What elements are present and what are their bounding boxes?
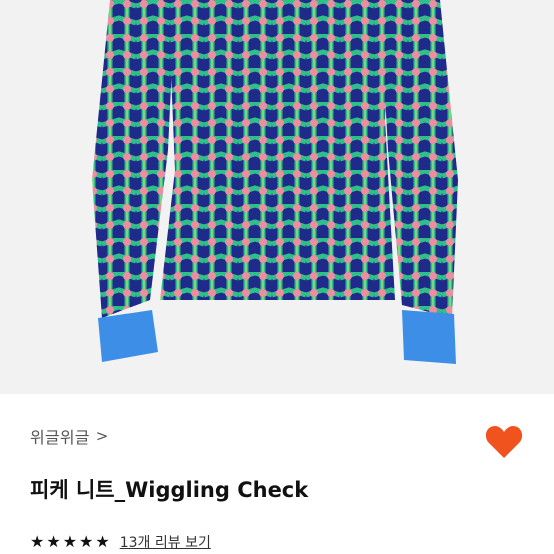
product-title: 피케 니트_Wiggling Check — [30, 478, 309, 502]
left-cuff — [98, 310, 158, 362]
review-link[interactable]: 13개 리뷰 보기 — [120, 532, 211, 552]
right-cuff — [402, 310, 456, 364]
heart-icon — [485, 426, 523, 458]
star-icon: ★ — [79, 532, 94, 551]
product-info-panel: 위글위글 > 피케 니트_Wiggling Check ★ ★ ★ ★ ★ 13… — [0, 394, 554, 554]
brand-name[interactable]: 위글위글 — [30, 424, 90, 448]
product-image[interactable] — [0, 0, 554, 394]
chevron-right-icon: > — [95, 427, 109, 445]
star-icon: ★ — [95, 532, 110, 551]
like-button[interactable] — [484, 424, 524, 460]
star-icon: ★ — [46, 532, 61, 551]
sweater-body — [160, 0, 395, 300]
left-sleeve — [92, 0, 175, 318]
rating-row: ★ ★ ★ ★ ★ 13개 리뷰 보기 — [30, 532, 211, 552]
rating-stars: ★ ★ ★ ★ ★ — [30, 534, 110, 550]
sweater-illustration — [92, 0, 458, 364]
star-icon: ★ — [30, 532, 45, 551]
brand-link[interactable]: 위글위글 > — [30, 424, 108, 448]
star-icon: ★ — [62, 532, 78, 551]
